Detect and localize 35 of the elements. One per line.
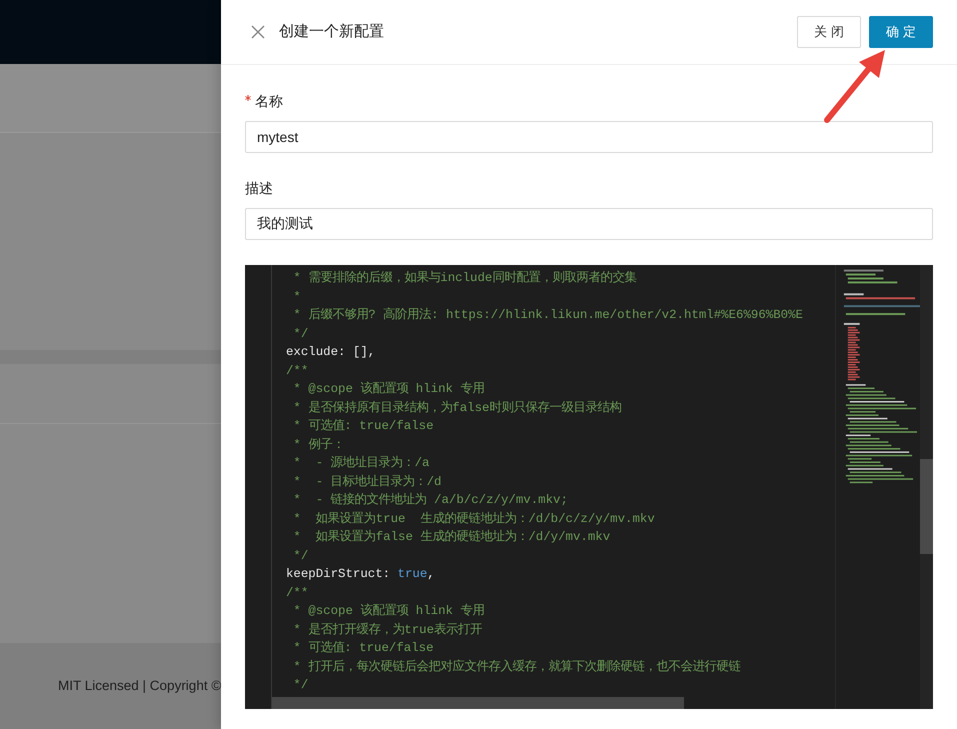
code-line: * 如果设置为false 生成的硬链地址为：/d/y/mv.mkv: [292, 528, 610, 546]
close-icon[interactable]: [251, 25, 265, 39]
field-label: 名称: [255, 92, 283, 111]
code-line: * 可选值: true/false: [292, 418, 434, 435]
code-line: * @scope 该配置项 hlink 专用: [292, 380, 484, 398]
code-line: *: [292, 288, 301, 306]
input-field[interactable]: mytest: [245, 121, 933, 153]
code-line: * - 目标地址目录为：/d: [292, 474, 442, 490]
code-line: * 如果设置为true 生成的硬链地址为：/d/b/c/z/y/mv.mkv: [292, 510, 655, 528]
close-button[interactable]: 关闭: [797, 16, 861, 48]
code-line: * 例子：: [292, 436, 344, 454]
confirm-button[interactable]: 确定: [869, 16, 933, 48]
code-line: * 需要排除的后缀，如果与include同时配置，则取两者的交集: [292, 270, 636, 287]
drawer-title: 创建一个新配置: [279, 22, 384, 42]
code-line: * 可选值: true/false: [292, 640, 434, 657]
code-line: * - 链接的文件地址为 /a/b/c/z/y/mv.mkv;: [292, 492, 568, 509]
code-line: /**: [286, 362, 308, 380]
horizontal-scrollbar[interactable]: [272, 697, 684, 709]
code-line: */: [292, 677, 308, 694]
code-line: */: [292, 548, 308, 564]
code-line: /**: [286, 584, 308, 602]
input-field[interactable]: 我的测试: [245, 208, 933, 240]
code-line: exclude: [],: [286, 344, 376, 361]
code-line: * @scope 该配置项 hlink 专用: [292, 602, 484, 620]
code-line: keepDirStruct: true,: [286, 566, 435, 583]
scrollbar[interactable]: [920, 265, 933, 709]
field-label: 描述: [245, 179, 273, 198]
code-line: * 打开后，每次硬链后会把对应文件存入缓存，就算下次删除硬链，也不会进行硬链: [292, 658, 740, 676]
code-line: * 是否保持原有目录结构，为false时则只保存一级目录结构: [292, 400, 622, 416]
code-line: * 是否打开缓存，为true表示打开: [292, 622, 482, 638]
footer-text: MIT Licensed | Copyright ©: [58, 676, 221, 695]
code-editor[interactable]: [245, 265, 933, 709]
code-line: */: [292, 326, 308, 342]
code-line: * 后缀不够用? 高阶用法: https://hlink.likun.me/other/v2.html#%E6%96%B0%E: [292, 306, 803, 324]
code-line: * - 源地址目录为：/a: [292, 454, 430, 472]
